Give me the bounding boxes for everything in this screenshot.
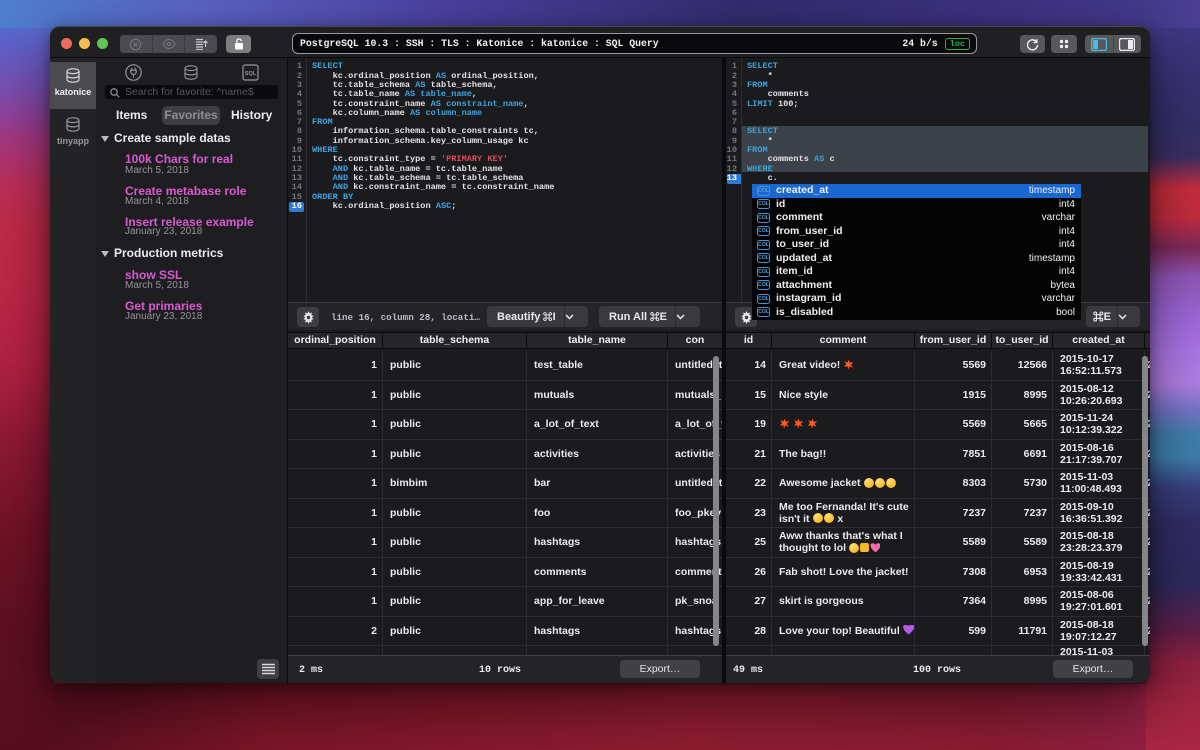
svg-text:SQL: SQL — [245, 71, 257, 77]
